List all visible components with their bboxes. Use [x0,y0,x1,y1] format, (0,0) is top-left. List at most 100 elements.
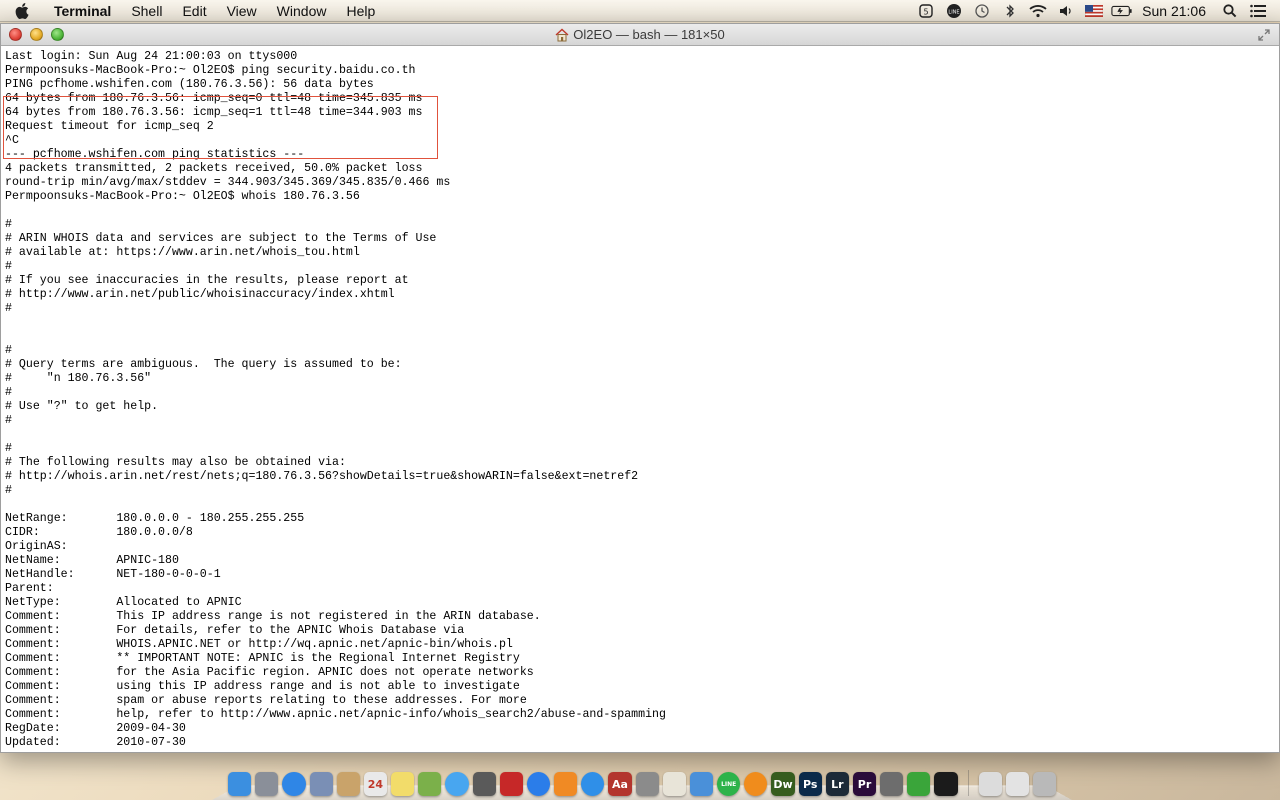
dock-line-icon[interactable]: LINE [717,772,741,796]
dock-app-label: Aa [612,777,628,791]
terminal-line: # [5,414,12,427]
dock-finder-icon[interactable] [228,772,252,796]
window-titlebar[interactable]: Ol2EO — bash — 181×50 [1,24,1279,46]
dock-trash-icon[interactable] [1032,772,1057,796]
dock-app-store-icon[interactable] [581,772,605,796]
dock-dictionary-icon[interactable]: Aa [608,772,632,796]
menu-view[interactable]: View [217,0,267,22]
terminal-line: # Query terms are ambiguous. The query i… [5,358,402,371]
dock-vlc-icon[interactable] [744,772,768,796]
terminal-line: # [5,386,12,399]
dock-preview-icon[interactable] [309,772,333,796]
terminal-line: # The following results may also be obta… [5,456,346,469]
zoom-button[interactable] [51,28,64,41]
terminal-line: # ARIN WHOIS data and services are subje… [5,232,437,245]
dock-app-label: Dw [773,777,793,791]
dock-calendar-icon[interactable]: 24 [363,772,388,796]
terminal-line: PING pcfhome.wshifen.com (180.76.3.56): … [5,78,374,91]
dock-app-label: 24 [367,777,384,791]
home-folder-icon [555,28,569,42]
terminal-line: NetName: APNIC-180 [5,554,179,567]
terminal-line: Updated: 2010-07-30 [5,736,186,749]
menu-help[interactable]: Help [336,0,385,22]
volume-icon[interactable] [1055,0,1077,22]
terminal-line: Comment: help, refer to http://www.apnic… [5,708,666,721]
dock-lightroom-icon[interactable]: Lr [825,772,849,796]
dock-app-label: Pr [857,777,872,791]
menu-shell[interactable]: Shell [121,0,172,22]
terminal-line: Last login: Sun Aug 24 21:00:03 on ttys0… [5,50,298,63]
dock-app-label: Lr [831,777,844,791]
dock-premiere-icon[interactable]: Pr [852,772,877,796]
menu-app-name[interactable]: Terminal [44,0,121,22]
terminal-content[interactable]: Last login: Sun Aug 24 21:00:03 on ttys0… [1,47,1279,752]
dock-contacts-icon[interactable] [336,772,360,796]
apple-menu-icon[interactable] [0,0,44,22]
terminal-line: # "n 180.76.3.56" [5,372,152,385]
notification-center-icon[interactable] [1247,0,1269,22]
terminal-line: Permpoonsuks-MacBook-Pro:~ Ol2EO$ whois … [5,190,360,203]
dock-photos-icon[interactable] [418,772,442,796]
dock-app-label: LINE [721,780,737,788]
terminal-line: round-trip min/avg/max/stddev = 344.903/… [5,176,451,189]
terminal-line: # Use "?" to get help. [5,400,159,413]
svg-text:LINE: LINE [949,9,960,15]
terminal-line: # If you see inaccuracies in the results… [5,274,409,287]
terminal-line: Parent: [5,582,54,595]
dock-documents-icon[interactable] [978,772,1002,796]
spotlight-search-icon[interactable] [1219,0,1241,22]
dock-textedit-icon[interactable] [662,772,686,796]
dock-photoshop-icon[interactable]: Ps [798,772,822,796]
dock-safari-icon[interactable] [282,772,306,796]
dock-photo-booth-icon[interactable] [499,772,523,796]
line-icon[interactable]: LINE [943,0,965,22]
terminal-line: Comment: For details, refer to the APNIC… [5,624,465,637]
terminal-line: # [5,218,12,231]
dock-messages-icon[interactable] [445,772,469,796]
terminal-line: RegDate: 2009-04-30 [5,722,186,735]
menu-edit[interactable]: Edit [172,0,216,22]
terminal-line: # available at: https://www.arin.net/who… [5,246,360,259]
bluetooth-icon[interactable] [999,0,1021,22]
time-machine-icon[interactable] [971,0,993,22]
dock-ibooks-icon[interactable] [554,772,578,796]
menu-window[interactable]: Window [267,0,337,22]
wifi-icon[interactable] [1027,0,1049,22]
dock: 24 Aa LINE Dw Ps Lr Pr [222,758,1062,800]
terminal-line: 4 packets transmitted, 2 packets receive… [5,162,423,175]
terminal-line: # [5,442,12,455]
battery-icon[interactable] [1111,0,1133,22]
menu-bar: Terminal Shell Edit View Window Help 5 L… [0,0,1280,22]
close-button[interactable] [9,28,22,41]
dock-separator [967,770,969,796]
fullscreen-icon[interactable] [1257,28,1271,42]
dock-facetime-icon[interactable] [472,772,496,796]
dock-keynote-icon[interactable] [689,772,714,796]
dock-downloads-icon[interactable] [1005,772,1029,796]
terminal-line: Comment: using this IP address range and… [5,680,520,693]
dock-utorrent-icon[interactable] [907,772,931,796]
menu-clock[interactable]: Sun 21:06 [1136,3,1216,19]
terminal-line: Permpoonsuks-MacBook-Pro:~ Ol2EO$ ping s… [5,64,416,77]
cloud-sync-icon[interactable]: 5 [915,0,937,22]
dock-system-prefs-icon[interactable] [635,772,659,796]
dock-itunes-icon[interactable] [526,772,551,796]
dock-image-capture-icon[interactable] [880,772,904,796]
terminal-line: Comment: WHOIS.APNIC.NET or http://wq.ap… [5,638,513,651]
highlight-annotation-box [3,96,438,159]
dock-terminal-icon[interactable] [934,772,958,796]
terminal-line: # http://www.arin.net/public/whoisinaccu… [5,288,395,301]
terminal-line: Comment: spam or abuse reports relating … [5,694,527,707]
us-flag-icon[interactable] [1083,0,1105,22]
terminal-line: Comment: for the Asia Pacific region. AP… [5,666,534,679]
dock-notes-icon[interactable] [391,772,415,796]
dock-launchpad-icon[interactable] [255,772,279,796]
terminal-line: # [5,260,12,273]
dock-dreamweaver-icon[interactable]: Dw [771,772,795,796]
minimize-button[interactable] [30,28,43,41]
